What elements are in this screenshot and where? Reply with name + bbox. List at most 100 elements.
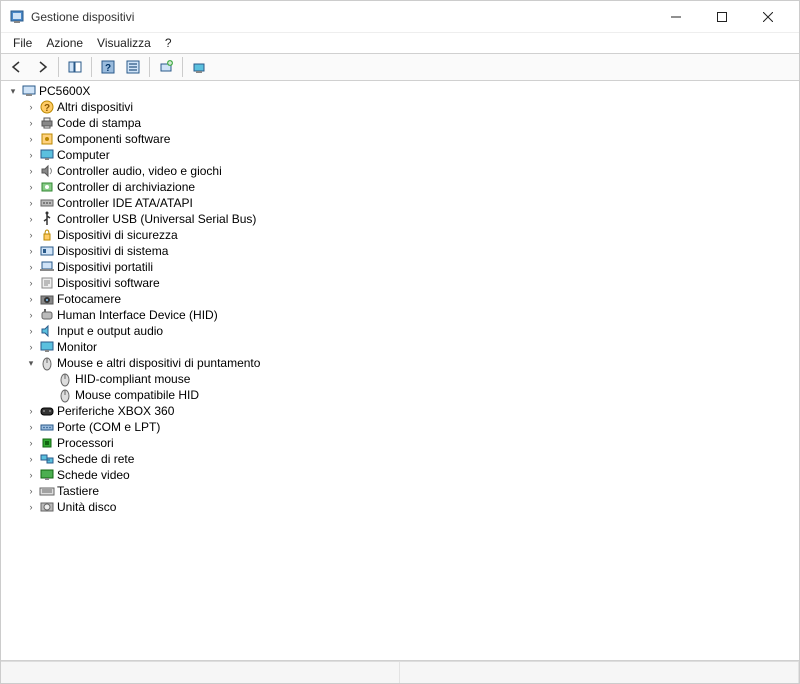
toolbar-separator [182,57,183,77]
svg-text:?: ? [105,63,111,74]
expander-icon[interactable]: › [23,275,39,291]
tree-category-node[interactable]: › Unità disco [1,499,799,515]
tree-category-node[interactable]: › Componenti software [1,131,799,147]
tree-root-node[interactable]: ▾ PC5600X [1,83,799,99]
expander-icon[interactable]: › [23,99,39,115]
toolbar: ? [1,53,799,81]
expander-icon[interactable]: › [23,147,39,163]
expander-icon[interactable]: › [23,211,39,227]
expander-icon[interactable]: › [23,195,39,211]
tree-category-node[interactable]: › Controller IDE ATA/ATAPI [1,195,799,211]
node-label: Schede di rete [57,452,134,466]
expander-icon[interactable]: › [23,227,39,243]
tree-category-node[interactable]: › Controller audio, video e giochi [1,163,799,179]
device-tree[interactable]: ▾ PC5600X › ? Altri dispositivi › Code d… [1,81,799,661]
component-icon [39,131,55,147]
node-label: Fotocamere [57,292,121,306]
tree-category-node[interactable]: › ? Altri dispositivi [1,99,799,115]
tree-category-node[interactable]: › Dispositivi portatili [1,259,799,275]
expander-icon[interactable]: › [23,451,39,467]
expander-icon[interactable]: › [23,243,39,259]
tree-category-node[interactable]: › Fotocamere [1,291,799,307]
toolbar-separator [91,57,92,77]
tree-category-node[interactable]: › Schede video [1,467,799,483]
node-label: Mouse compatibile HID [75,388,199,402]
expander-icon[interactable]: ▾ [5,83,21,99]
node-label: Dispositivi software [57,276,160,290]
xbox-icon [39,403,55,419]
expander-icon[interactable]: › [23,419,39,435]
maximize-button[interactable] [699,1,745,33]
expander-placeholder [41,387,57,403]
system-icon [39,243,55,259]
monitor-icon [39,147,55,163]
expander-icon[interactable]: › [23,339,39,355]
back-button[interactable] [5,56,29,78]
expander-icon[interactable]: › [23,467,39,483]
titlebar[interactable]: Gestione dispositivi [1,1,799,33]
expander-icon[interactable]: › [23,403,39,419]
tree-category-node[interactable]: › Tastiere [1,483,799,499]
mouse-icon [57,387,73,403]
tree-category-node[interactable]: › Monitor [1,339,799,355]
tree-category-node[interactable]: › Porte (COM e LPT) [1,419,799,435]
minimize-button[interactable] [653,1,699,33]
tree-category-node[interactable]: › Schede di rete [1,451,799,467]
add-legacy-hardware-button[interactable] [187,56,211,78]
tree-category-node[interactable]: › Computer [1,147,799,163]
show-hide-tree-button[interactable] [63,56,87,78]
tree-category-node[interactable]: › Input e output audio [1,323,799,339]
expander-icon[interactable]: › [23,435,39,451]
tree-category-node[interactable]: › Dispositivi software [1,275,799,291]
node-label: Dispositivi di sicurezza [57,228,178,242]
menu-view[interactable]: Visualizza [91,34,157,52]
tree-category-node[interactable]: › Dispositivi di sistema [1,243,799,259]
tree-category-node[interactable]: › Human Interface Device (HID) [1,307,799,323]
node-label: Dispositivi portatili [57,260,153,274]
node-label: Schede video [57,468,130,482]
forward-button[interactable] [30,56,54,78]
node-label: Computer [57,148,110,162]
node-label: Tastiere [57,484,99,498]
tree-category-node[interactable]: ▾ Mouse e altri dispositivi di puntament… [1,355,799,371]
node-label: Controller di archiviazione [57,180,195,194]
tree-category-node[interactable]: › Periferiche XBOX 360 [1,403,799,419]
audio-icon [39,323,55,339]
help-button[interactable]: ? [96,56,120,78]
network-icon [39,451,55,467]
close-button[interactable] [745,1,791,33]
tree-category-node[interactable]: › Controller USB (Universal Serial Bus) [1,211,799,227]
tree-category-node[interactable]: › Dispositivi di sicurezza [1,227,799,243]
expander-icon[interactable]: › [23,483,39,499]
node-label: Periferiche XBOX 360 [57,404,174,418]
expander-icon[interactable]: › [23,499,39,515]
expander-icon[interactable]: › [23,131,39,147]
hid-icon [39,307,55,323]
expander-icon[interactable]: ▾ [23,355,39,371]
expander-icon[interactable]: › [23,291,39,307]
expander-icon[interactable]: › [23,307,39,323]
expander-icon[interactable]: › [23,115,39,131]
node-label: Dispositivi di sistema [57,244,168,258]
tree-category-node[interactable]: › Code di stampa [1,115,799,131]
node-label: HID-compliant mouse [75,372,190,386]
ide-icon [39,195,55,211]
node-label: PC5600X [39,84,90,98]
menu-action[interactable]: Azione [40,34,89,52]
display-icon [39,467,55,483]
tree-device-node[interactable]: HID-compliant mouse [1,371,799,387]
tree-category-node[interactable]: › Processori [1,435,799,451]
properties-button[interactable] [121,56,145,78]
scan-hardware-button[interactable] [154,56,178,78]
expander-icon[interactable]: › [23,259,39,275]
node-label: Mouse e altri dispositivi di puntamento [57,356,260,370]
menu-file[interactable]: File [7,34,38,52]
tree-device-node[interactable]: Mouse compatibile HID [1,387,799,403]
menu-help[interactable]: ? [159,34,178,52]
expander-icon[interactable]: › [23,323,39,339]
tree-category-node[interactable]: › Controller di archiviazione [1,179,799,195]
node-label: Code di stampa [57,116,141,130]
expander-icon[interactable]: › [23,163,39,179]
expander-icon[interactable]: › [23,179,39,195]
status-cell [1,662,400,683]
